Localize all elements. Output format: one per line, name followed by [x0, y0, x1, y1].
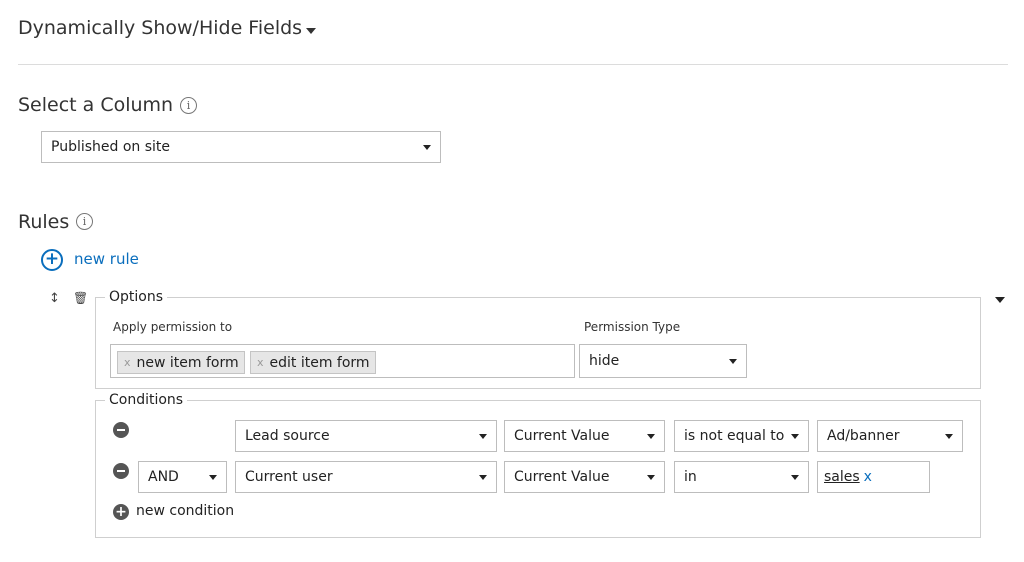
trash-icon[interactable]: 🗑: [73, 291, 88, 305]
column-select[interactable]: Published on site: [41, 131, 441, 163]
column-select-value: Published on site: [51, 139, 171, 155]
condition-operator-select[interactable]: in: [674, 461, 809, 493]
chevron-down-icon: [479, 434, 487, 439]
condition-value-input[interactable]: sales x: [817, 461, 930, 493]
condition-connector-select[interactable]: AND: [138, 461, 227, 493]
remove-tag-icon[interactable]: x: [257, 356, 264, 369]
remove-condition-icon[interactable]: [113, 422, 129, 438]
condition-value-type-value: Current Value: [514, 469, 610, 485]
condition-field-select[interactable]: Lead source: [235, 420, 497, 452]
options-legend: Options: [105, 289, 168, 305]
apply-permission-input[interactable]: x new item form x edit item form: [110, 344, 575, 378]
apply-permission-label: Apply permission to: [113, 320, 233, 334]
chevron-down-icon: [791, 475, 799, 480]
condition-value-select[interactable]: Ad/banner: [817, 420, 963, 452]
condition-value-type-select[interactable]: Current Value: [504, 461, 665, 493]
condition-value-type-select[interactable]: Current Value: [504, 420, 665, 452]
chevron-down-icon: [209, 475, 217, 480]
conditions-legend: Conditions: [105, 392, 188, 408]
remove-token-icon[interactable]: x: [864, 469, 872, 485]
add-rule-icon[interactable]: +: [41, 249, 63, 271]
chevron-down-icon: [729, 359, 737, 364]
divider: [18, 64, 1008, 65]
condition-operator-value: in: [684, 469, 697, 485]
info-icon[interactable]: i: [180, 97, 197, 114]
condition-field-value: Lead source: [245, 428, 330, 444]
page-title: Dynamically Show/Hide Fields: [18, 17, 303, 39]
collapse-rule-icon[interactable]: [995, 297, 1005, 303]
condition-value: Ad/banner: [827, 428, 900, 444]
condition-field-value: Current user: [245, 469, 333, 485]
add-condition-icon[interactable]: +: [113, 504, 129, 520]
tag-label: new item form: [136, 354, 239, 371]
rules-title: Rules: [18, 211, 70, 233]
permission-type-label: Permission Type: [584, 320, 681, 334]
info-icon[interactable]: i: [76, 213, 93, 230]
new-condition-link[interactable]: new condition: [136, 503, 234, 519]
chevron-down-icon: [945, 434, 953, 439]
chevron-down-icon: [791, 434, 799, 439]
chevron-down-icon: [647, 434, 655, 439]
tag-label: edit item form: [269, 354, 370, 371]
condition-value-type-value: Current Value: [514, 428, 610, 444]
new-rule-link[interactable]: new rule: [74, 250, 139, 268]
condition-operator-value: is not equal to: [684, 428, 785, 444]
condition-connector-value: AND: [148, 469, 179, 485]
permission-type-value: hide: [589, 353, 620, 369]
chevron-down-icon: [479, 475, 487, 480]
tag-edit-item-form: x edit item form: [250, 351, 376, 374]
chevron-down-icon: [423, 145, 431, 150]
remove-tag-icon[interactable]: x: [124, 356, 131, 369]
remove-condition-icon[interactable]: [113, 463, 129, 479]
chevron-down-icon: [647, 475, 655, 480]
permission-type-select[interactable]: hide: [579, 344, 747, 378]
condition-operator-select[interactable]: is not equal to: [674, 420, 809, 452]
condition-field-select[interactable]: Current user: [235, 461, 497, 493]
chevron-down-icon[interactable]: [306, 28, 316, 34]
select-column-title: Select a Column: [18, 94, 174, 116]
reorder-icon[interactable]: ↕: [49, 291, 60, 306]
tag-new-item-form: x new item form: [117, 351, 245, 374]
value-token: sales: [824, 469, 860, 485]
